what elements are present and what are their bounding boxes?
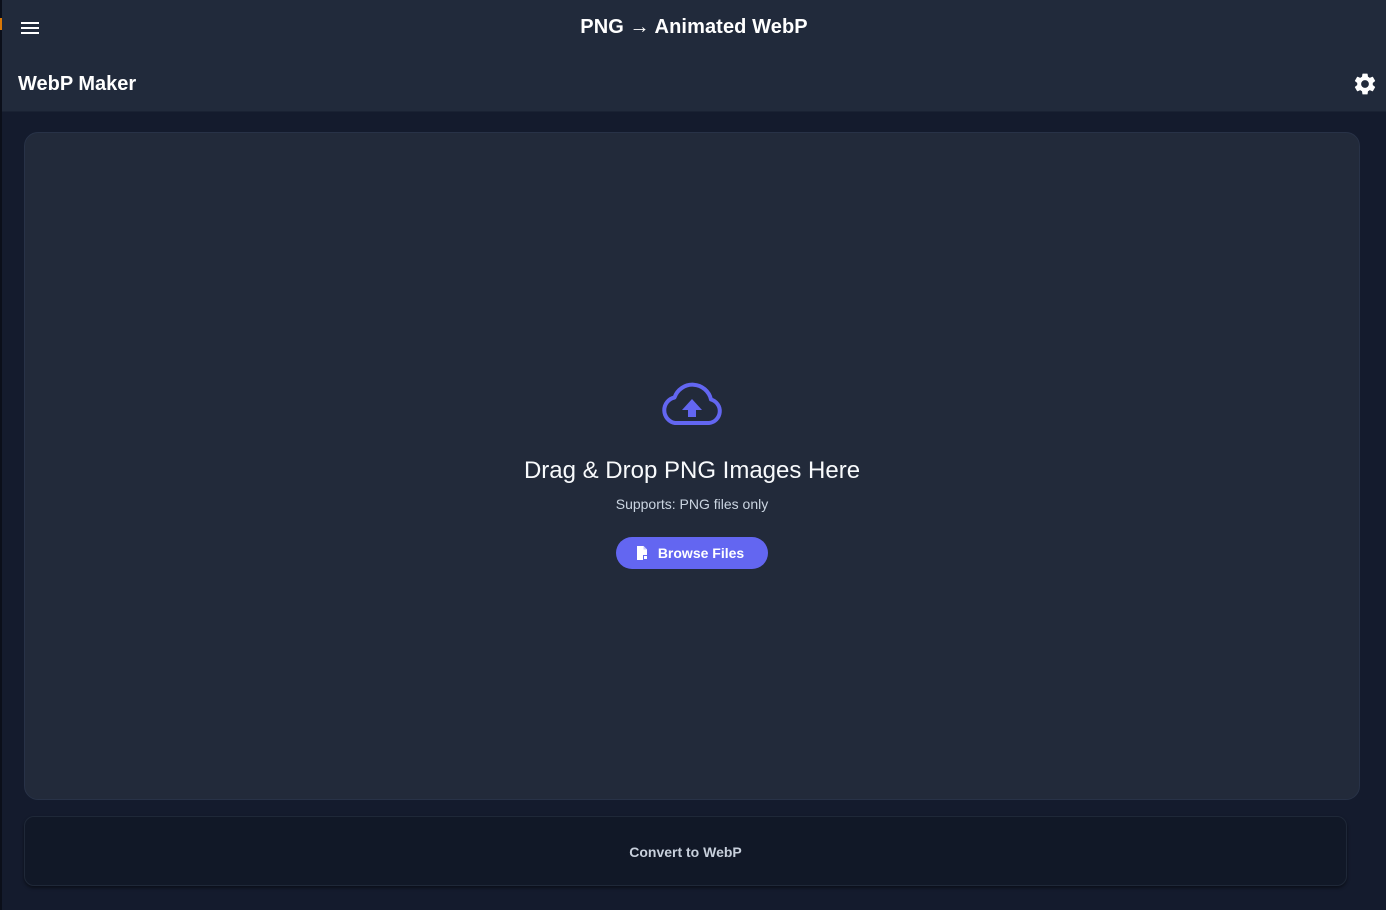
title-bar: PNG → Animated WebP <box>2 0 1386 58</box>
browse-files-label: Browse Files <box>657 545 745 561</box>
app-title: PNG → Animated WebP <box>580 16 808 38</box>
browse-files-button[interactable]: Browse Files <box>615 537 769 569</box>
drop-zone-subtitle: Supports: PNG files only <box>615 496 769 512</box>
window-edge <box>0 0 2 910</box>
convert-button-label: Convert to WebP <box>629 844 742 860</box>
cloud-upload-icon <box>662 382 722 425</box>
gear-icon[interactable] <box>1352 71 1378 97</box>
convert-button[interactable]: Convert to WebP <box>24 816 1347 886</box>
toolbar: WebP Maker <box>2 58 1386 112</box>
drop-zone-title: Drag & Drop PNG Images Here <box>523 457 861 484</box>
file-import-icon <box>636 546 648 560</box>
app-window: PNG → Animated WebP WebP Maker Drag & Dr… <box>0 0 1386 910</box>
drop-zone-content: Drag & Drop PNG Images Here Supports: PN… <box>25 381 1359 569</box>
brand-name: WebP Maker <box>18 73 137 95</box>
drop-zone[interactable]: Drag & Drop PNG Images Here Supports: PN… <box>24 132 1360 800</box>
